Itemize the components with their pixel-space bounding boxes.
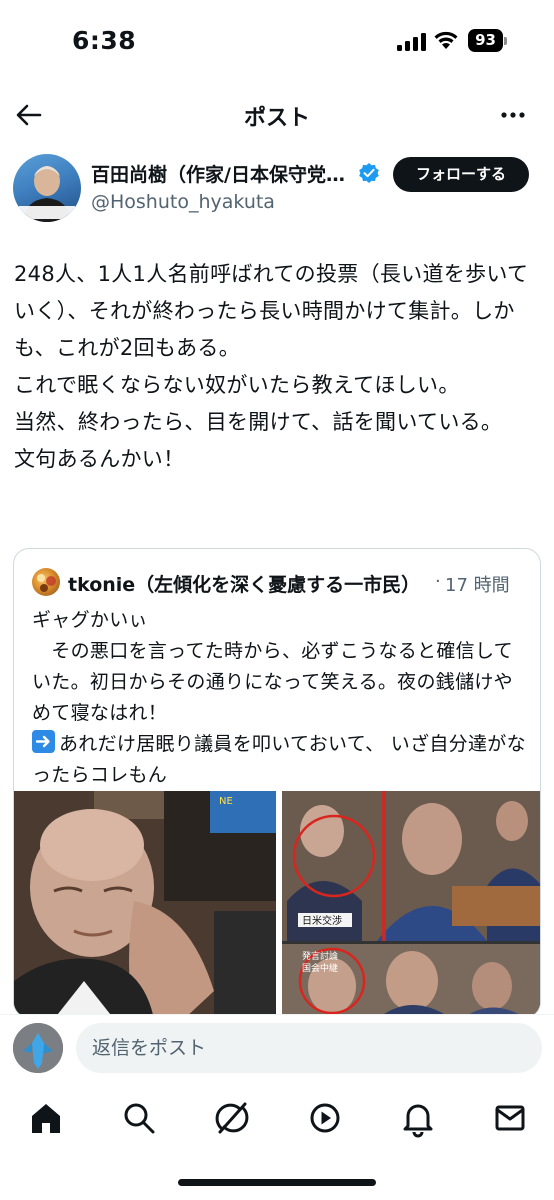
page-title: ポスト bbox=[243, 106, 310, 131]
reply-input[interactable] bbox=[76, 1023, 542, 1073]
more-options-icon[interactable] bbox=[497, 102, 529, 128]
quoted-text-line3: あれだけ居眠り議員を叩いておいて、 いざ自分達がなったらコレもん bbox=[32, 733, 526, 786]
post-text: 248人、1人1人名前呼ばれての投票（長い道を歩いていく）、それが終わったら長い… bbox=[14, 262, 529, 471]
quoted-author-avatar bbox=[32, 568, 60, 596]
author-avatar-image bbox=[19, 166, 75, 222]
author-avatar[interactable] bbox=[13, 154, 81, 222]
reply-bar bbox=[0, 1014, 554, 1084]
quoted-author-name: tkonie（左傾化を深く憂慮する一市民） bbox=[68, 574, 421, 596]
media-caption-hatsugen: 発言討論 bbox=[302, 950, 338, 962]
quoted-text-line2: その悪口を言ってた時から、必ずこうなると確信していた。初日からその通りになって笑… bbox=[32, 640, 513, 724]
quoted-text-line1: ギャグかいぃ bbox=[32, 609, 148, 631]
diet-members-collage: 日米交渉 発言討論 国会中継 bbox=[282, 791, 540, 1017]
follow-button[interactable]: フォローする bbox=[393, 157, 529, 192]
media-caption-kokkai: 国会中継 bbox=[302, 962, 338, 974]
quoted-post[interactable]: tkonie（左傾化を深く憂慮する一市民） · 17 時間 ギャグかいぃ その悪… bbox=[13, 548, 541, 1018]
media-caption-ne: NE bbox=[219, 796, 233, 807]
current-user-avatar[interactable] bbox=[13, 1023, 63, 1073]
sleeping-man-photo: NE bbox=[14, 791, 276, 1017]
author-name[interactable]: 百田尚樹（作家/日本保守党代表） bbox=[91, 160, 353, 187]
battery-indicator: 93 bbox=[468, 29, 508, 52]
status-time: 6:38 bbox=[72, 26, 137, 55]
search-icon[interactable] bbox=[119, 1098, 159, 1138]
notifications-icon[interactable] bbox=[398, 1098, 438, 1138]
battery-level: 93 bbox=[468, 29, 503, 52]
quoted-text: ギャグかいぃ その悪口を言ってた時から、必ずこうなると確信していた。初日からその… bbox=[32, 605, 532, 791]
home-icon[interactable] bbox=[26, 1098, 66, 1138]
quoted-media[interactable]: NE 日米交渉 発言討論 国会中継 bbox=[14, 791, 540, 1017]
messages-icon[interactable] bbox=[490, 1098, 530, 1138]
media-caption-nichibei: 日米交渉 bbox=[302, 914, 342, 927]
quoted-timestamp: 17 時間 bbox=[445, 575, 510, 596]
author-handle[interactable]: @Hoshuto_hyakuta bbox=[91, 191, 275, 213]
signal-icon bbox=[397, 33, 426, 51]
quoted-separator: · bbox=[435, 571, 441, 592]
grok-icon[interactable] bbox=[212, 1098, 252, 1138]
right-arrow-emoji-icon bbox=[32, 730, 55, 753]
status-bar: 6:38 93 bbox=[0, 0, 554, 84]
media-image-left[interactable]: NE bbox=[14, 791, 276, 1017]
battery-cap bbox=[504, 37, 507, 45]
current-user-avatar-image bbox=[13, 1023, 63, 1073]
media-image-right[interactable]: 日米交渉 発言討論 国会中継 bbox=[282, 791, 540, 1017]
home-indicator bbox=[178, 1179, 376, 1186]
bottom-tab-bar bbox=[0, 1084, 554, 1154]
video-icon[interactable] bbox=[305, 1098, 345, 1138]
wifi-icon bbox=[434, 31, 458, 49]
quoted-avatar-image bbox=[37, 574, 56, 592]
verified-badge-icon bbox=[359, 163, 379, 183]
post-header: ポスト bbox=[0, 88, 554, 142]
